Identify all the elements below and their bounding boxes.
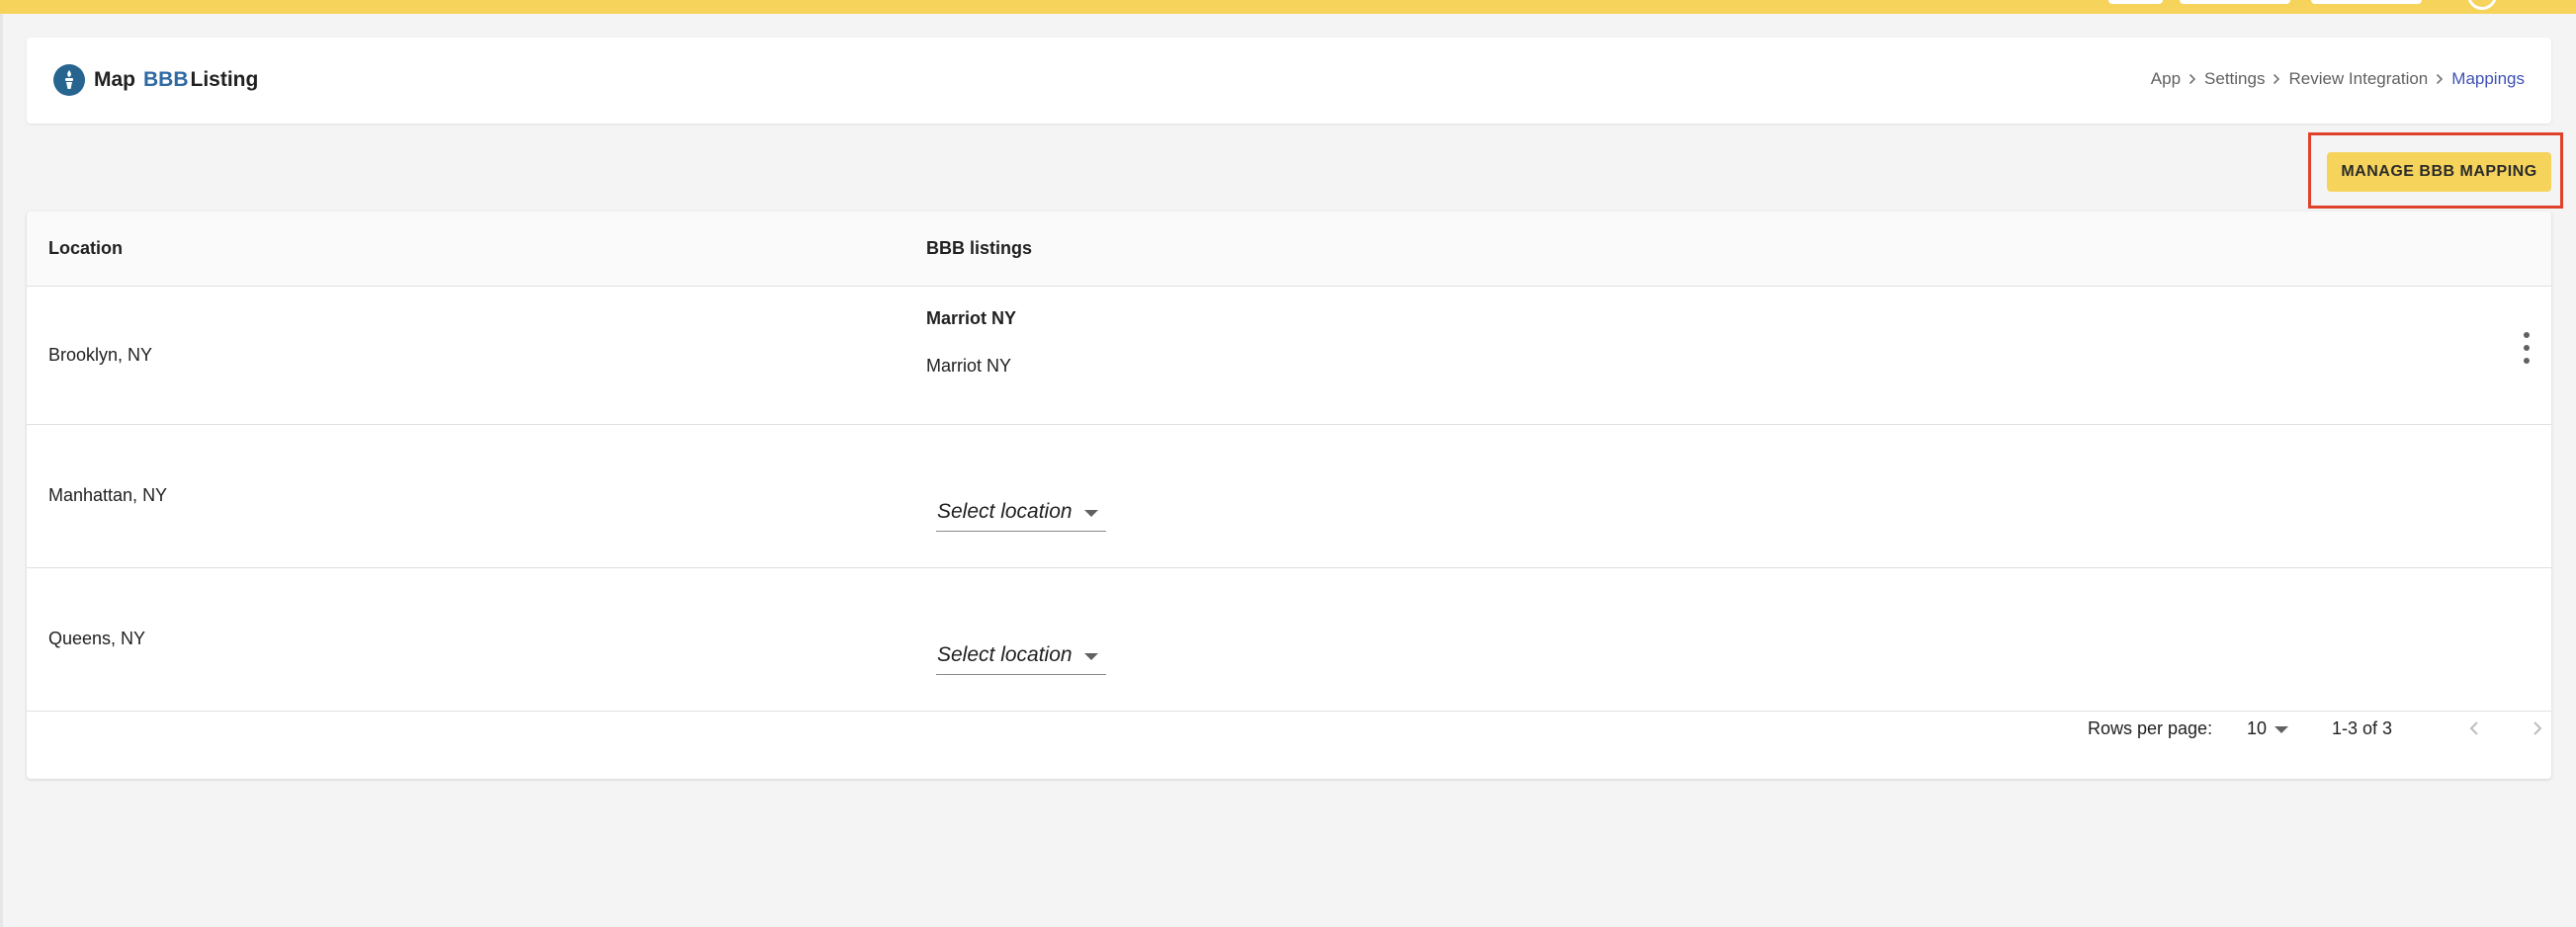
chevron-right-icon[interactable]	[2520, 711, 2551, 746]
table-row: Brooklyn, NY Marriot NY Marriot NY	[27, 287, 2551, 425]
left-edge	[0, 0, 3, 927]
page-header: Map BBBListing App Settings Review Integr…	[27, 38, 2551, 124]
more-vert-icon[interactable]	[2522, 332, 2532, 364]
column-header-bbb-listings: BBB listings	[926, 238, 1033, 258]
bbb-torch-logo-icon	[53, 64, 85, 96]
breadcrumb-mappings: Mappings	[2451, 69, 2525, 88]
location-cell: Brooklyn, NY	[48, 345, 153, 365]
top-bar-button[interactable]	[2108, 0, 2163, 4]
listing-title: Marriot NY	[926, 308, 1017, 328]
chevron-left-icon[interactable]	[2456, 711, 2492, 746]
select-location-dropdown[interactable]: Select location	[936, 639, 1106, 675]
dropdown-arrow-icon	[2275, 726, 2288, 733]
breadcrumb: App Settings Review Integration Mappings	[2151, 69, 2525, 89]
page-title-prefix: Map	[94, 68, 135, 91]
top-bar-button[interactable]	[2311, 0, 2422, 4]
manage-bbb-mapping-button[interactable]: MANAGE BBB MAPPING	[2327, 152, 2551, 192]
dropdown-arrow-icon	[1084, 510, 1098, 517]
table-row: Queens, NY Select location	[27, 568, 2551, 712]
chevron-right-icon	[2428, 73, 2451, 85]
chevron-right-icon	[2265, 73, 2288, 85]
select-location-label: Select location	[937, 500, 1073, 523]
rows-per-page-value: 10	[2247, 718, 2268, 738]
page-title-suffix: Listing	[190, 68, 259, 91]
table-header: Location BBB listings	[27, 211, 2551, 287]
account-avatar-icon[interactable]	[2467, 0, 2497, 10]
breadcrumb-app[interactable]: App	[2151, 69, 2181, 89]
top-app-bar	[0, 0, 2576, 14]
page-range-label: 1-3 of 3	[2332, 718, 2393, 738]
rows-per-page-label: Rows per page:	[2088, 718, 2213, 738]
top-bar-button[interactable]	[2180, 0, 2290, 4]
column-header-location: Location	[48, 238, 123, 258]
chevron-right-icon	[2181, 73, 2204, 85]
dropdown-arrow-icon	[1084, 653, 1098, 660]
table-row: Manhattan, NY Select location	[27, 425, 2551, 568]
location-cell: Queens, NY	[48, 629, 146, 648]
page-title: Map BBBListing	[94, 67, 258, 93]
listing-name: Marriot NY	[926, 356, 1012, 376]
location-cell: Manhattan, NY	[48, 485, 168, 505]
page-title-brand: BBB	[143, 68, 189, 91]
select-location-label: Select location	[937, 643, 1073, 666]
table-pagination: Rows per page: 10 1-3 of 3	[27, 711, 2551, 762]
mappings-table: Location BBB listings Brooklyn, NY Marri…	[27, 211, 2551, 779]
select-location-dropdown[interactable]: Select location	[936, 496, 1106, 532]
breadcrumb-settings[interactable]: Settings	[2204, 69, 2265, 89]
breadcrumb-review-integration[interactable]: Review Integration	[2288, 69, 2428, 89]
rows-per-page-select[interactable]: 10	[2239, 713, 2294, 744]
